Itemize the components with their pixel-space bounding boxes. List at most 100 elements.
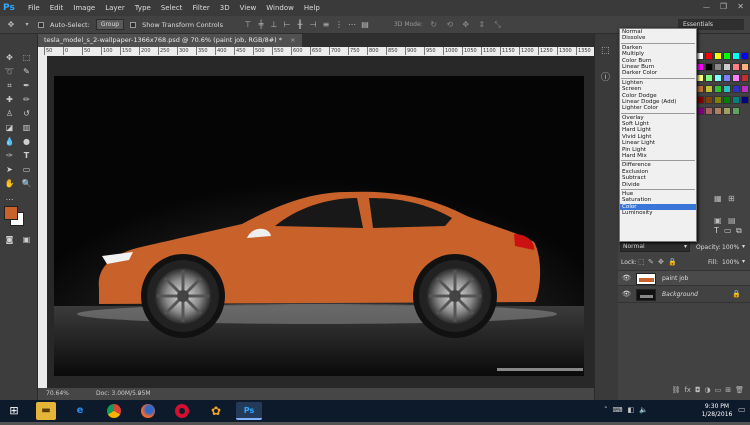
align-bottom-icon[interactable]: ⊥: [269, 20, 279, 30]
swatch-chip[interactable]: [705, 63, 713, 71]
clone-stamp-icon[interactable]: ♙: [4, 108, 15, 119]
type-tool-icon[interactable]: T: [21, 150, 32, 161]
more-tools-icon[interactable]: ⋯: [4, 194, 15, 205]
blend-mode-option[interactable]: Lighter Color: [620, 105, 696, 111]
menu-filter[interactable]: Filter: [187, 4, 214, 12]
trash-icon[interactable]: 🗑: [735, 386, 744, 398]
group-select[interactable]: Group: [95, 19, 125, 30]
opera-icon[interactable]: [172, 402, 192, 420]
history-panel-icon[interactable]: ⬚: [601, 46, 610, 56]
zoom-tool-icon[interactable]: 🔍: [21, 178, 32, 189]
swatch-chip[interactable]: [723, 107, 731, 115]
swatch-chip[interactable]: [705, 96, 713, 104]
maximize-icon[interactable]: ❐: [720, 2, 727, 11]
swatch-chip[interactable]: [696, 96, 704, 104]
status-arrow-icon[interactable]: ▸: [138, 388, 141, 400]
pen-tool-icon[interactable]: ✑: [4, 150, 15, 161]
chevron-down-icon[interactable]: ▾: [22, 20, 32, 30]
swatch-chip[interactable]: [741, 96, 749, 104]
swatch-chip[interactable]: [696, 63, 704, 71]
hand-tool-icon[interactable]: ✋: [4, 178, 15, 189]
3d-scale-icon[interactable]: ⤡: [493, 20, 503, 30]
history-brush-icon[interactable]: ↺: [21, 108, 32, 119]
filter-type-icon[interactable]: T: [714, 226, 719, 235]
dodge-tool-icon[interactable]: ●: [21, 136, 32, 147]
visibility-eye-icon[interactable]: 👁: [622, 290, 631, 298]
swatch-chip[interactable]: [723, 85, 731, 93]
swatch-chip[interactable]: [732, 85, 740, 93]
move-tool-icon[interactable]: ✥: [6, 20, 16, 30]
swatch-chip[interactable]: [723, 74, 731, 82]
swatch-chip[interactable]: [732, 107, 740, 115]
menu-window[interactable]: Window: [261, 4, 299, 12]
quick-mask-icon[interactable]: ◙: [4, 234, 15, 245]
swatch-chip[interactable]: [723, 52, 731, 60]
swatch-chip[interactable]: [696, 85, 704, 93]
show-transform-checkbox[interactable]: [130, 21, 137, 28]
levels-icon[interactable]: ▦: [714, 194, 722, 203]
gradient-tool-icon[interactable]: ▥: [21, 122, 32, 133]
lock-move-icon[interactable]: ✥: [658, 258, 664, 266]
internet-explorer-icon[interactable]: e: [70, 402, 90, 420]
blend-mode-option[interactable]: Divide: [620, 182, 696, 188]
swatch-chip[interactable]: [714, 52, 722, 60]
menu-select[interactable]: Select: [156, 4, 188, 12]
zoom-level[interactable]: 70.64%: [46, 388, 69, 400]
link-layers-icon[interactable]: ⛓: [671, 386, 680, 398]
move-tool-icon[interactable]: ✥: [4, 52, 15, 63]
lock-pixels-icon[interactable]: ⬚: [638, 258, 645, 266]
clock[interactable]: 9:30 PM 1/28/2016: [700, 403, 734, 419]
align-right-icon[interactable]: ⊣: [308, 20, 318, 30]
swatch-chip[interactable]: [705, 74, 713, 82]
swatch-chip[interactable]: [723, 63, 731, 71]
3d-pan-icon[interactable]: ✥: [461, 20, 471, 30]
swatch-chip[interactable]: [696, 107, 704, 115]
align-left-icon[interactable]: ⊢: [282, 20, 292, 30]
eraser-tool-icon[interactable]: ◪: [4, 122, 15, 133]
opacity-value[interactable]: 100%: [722, 244, 739, 251]
swatch-chip[interactable]: [741, 63, 749, 71]
menu-image[interactable]: Image: [68, 4, 100, 12]
menu-type[interactable]: Type: [130, 4, 156, 12]
filter-shape-icon[interactable]: ▭: [724, 226, 732, 235]
blend-mode-option[interactable]: Darker Color: [620, 70, 696, 76]
swatch-chip[interactable]: [714, 85, 722, 93]
blend-mode-option[interactable]: Luminosity: [620, 210, 696, 216]
layer-name[interactable]: Background: [662, 291, 698, 298]
windows-start-icon[interactable]: ⊞: [4, 402, 24, 420]
lock-all-icon[interactable]: 🔒: [668, 258, 677, 266]
marquee-tool-icon[interactable]: ⬚: [21, 52, 32, 63]
auto-select-checkbox[interactable]: [38, 21, 44, 28]
distribute-v-icon[interactable]: ⋯: [347, 20, 357, 30]
brush-tool-icon[interactable]: ✏: [21, 94, 32, 105]
swatch-chip[interactable]: [696, 52, 704, 60]
notifications-icon[interactable]: ▭: [738, 405, 746, 414]
auto-align-icon[interactable]: ▤: [360, 20, 370, 30]
chevron-down-icon[interactable]: ▾: [742, 258, 745, 265]
close-tab-icon[interactable]: ×: [290, 36, 295, 44]
swatch-chip[interactable]: [732, 52, 740, 60]
shape-tool-icon[interactable]: ▭: [21, 164, 32, 175]
menu-3d[interactable]: 3D: [215, 4, 235, 12]
swatch-chip[interactable]: [705, 52, 713, 60]
canvas-area[interactable]: [47, 56, 594, 388]
swatch-chip[interactable]: [741, 85, 749, 93]
swatch-chip[interactable]: [714, 96, 722, 104]
distribute-icon[interactable]: ≡: [321, 20, 331, 30]
flower-app-icon[interactable]: ✿: [206, 402, 226, 420]
distribute-h-icon[interactable]: ⋮: [334, 20, 344, 30]
swatch-chip[interactable]: [723, 96, 731, 104]
crop-tool-icon[interactable]: ⌗: [4, 80, 15, 91]
chrome-icon[interactable]: [104, 402, 124, 420]
close-icon[interactable]: ✕: [737, 2, 744, 11]
screen-mode-icon[interactable]: ▣: [21, 234, 32, 245]
menu-edit[interactable]: Edit: [45, 4, 69, 12]
foreground-color-swatch[interactable]: [4, 206, 18, 220]
eyedropper-icon[interactable]: ✒: [21, 80, 32, 91]
photoshop-taskbar-icon[interactable]: Ps: [236, 402, 262, 420]
blend-mode-option[interactable]: Hard Mix: [620, 153, 696, 159]
group-folder-icon[interactable]: ▭: [715, 386, 722, 398]
layer-row-background[interactable]: 👁 Background 🔒: [618, 287, 750, 303]
chevron-down-icon[interactable]: ▾: [742, 243, 745, 250]
volume-icon[interactable]: 🔈: [639, 406, 648, 414]
